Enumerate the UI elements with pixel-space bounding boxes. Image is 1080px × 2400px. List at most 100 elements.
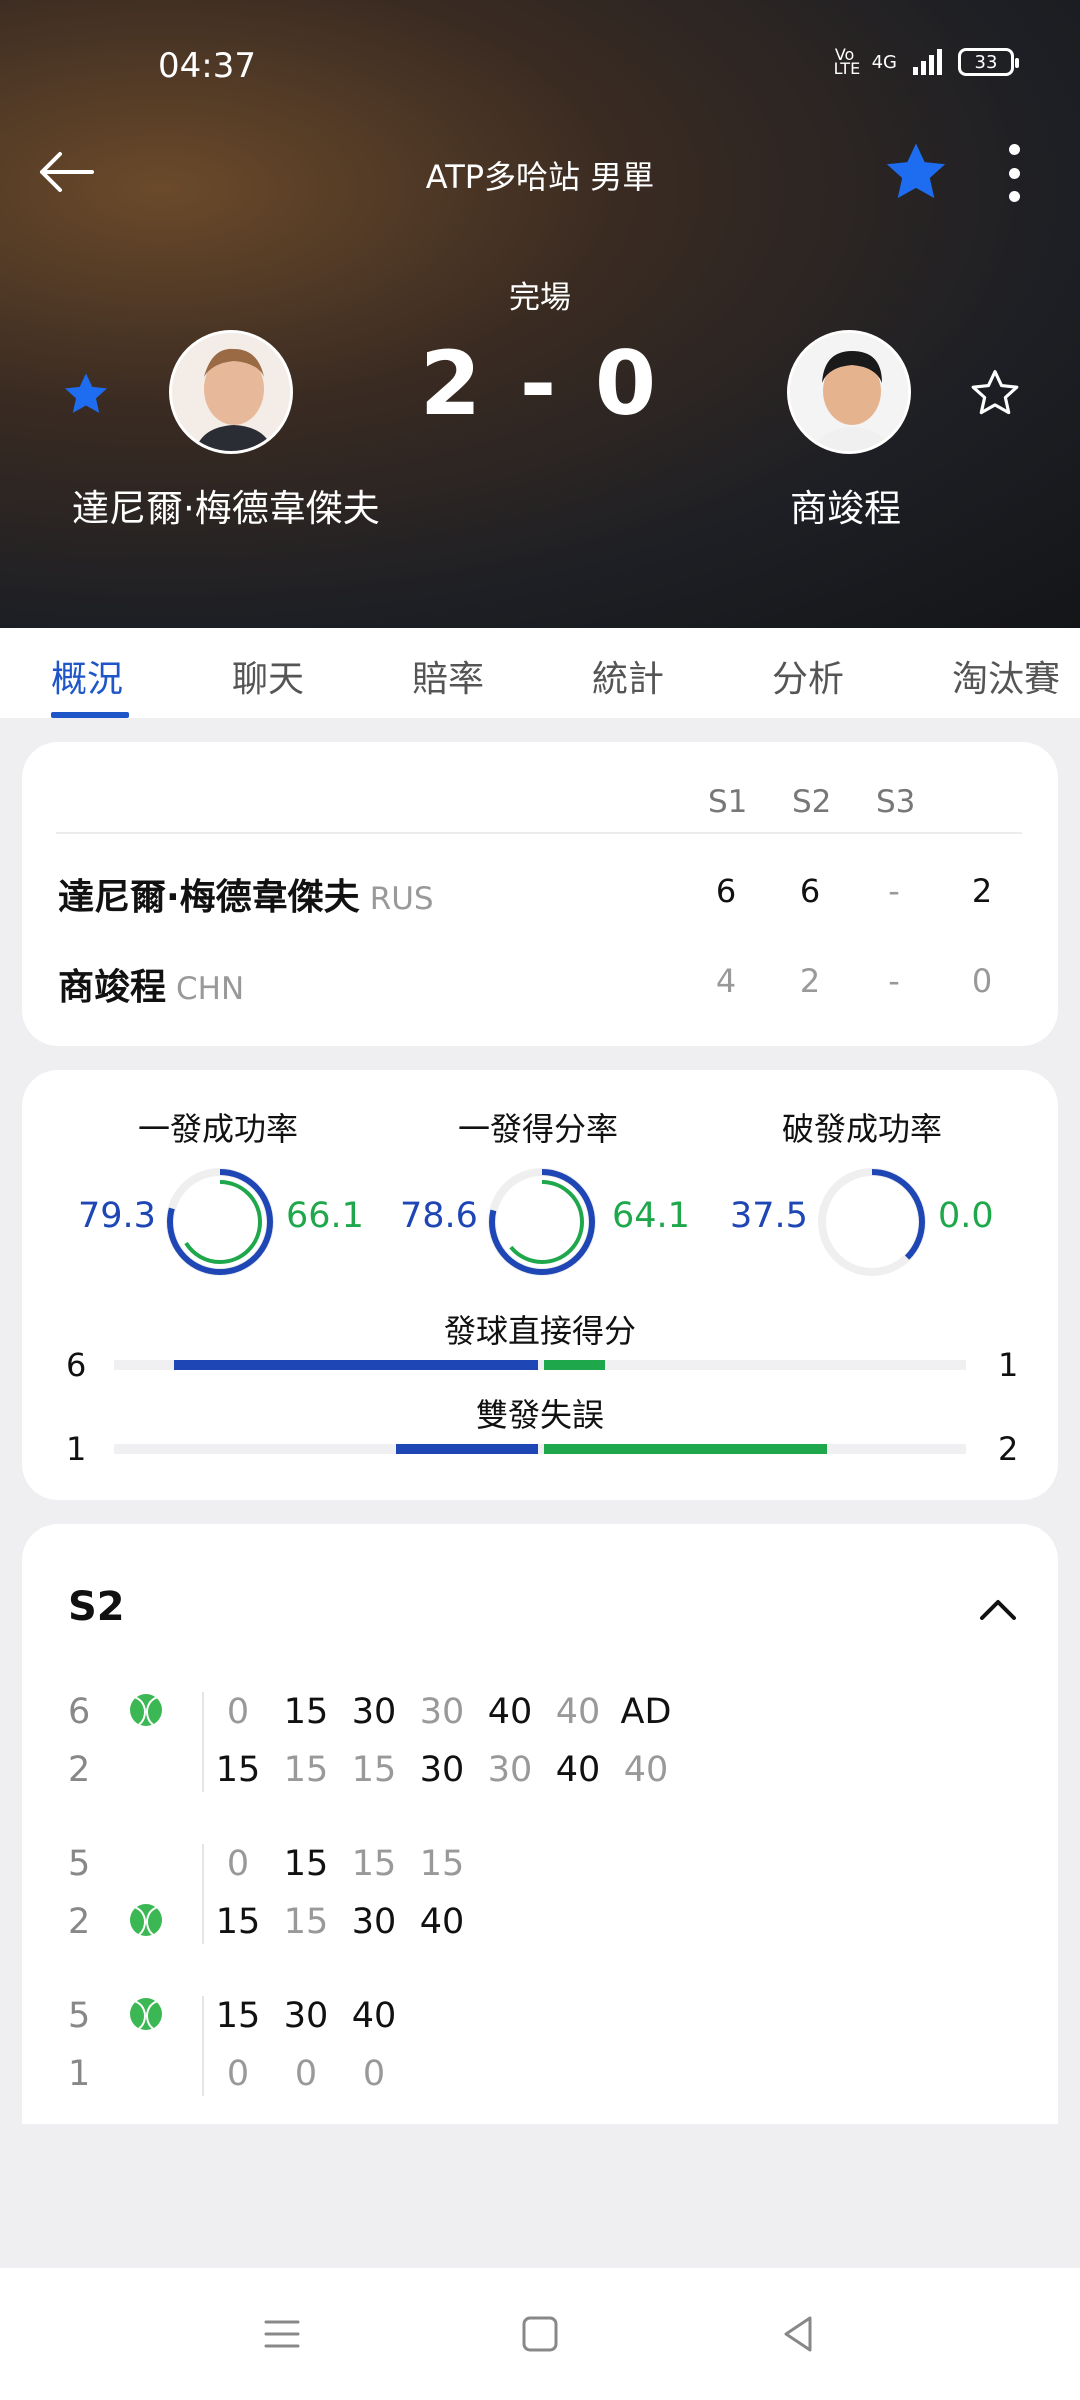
p2-s2-score: 2 (799, 962, 821, 1000)
stats-card: 一發成功率 79.3 66.1 一發得分率 78.6 64.1 破發成功率 37… (22, 1070, 1058, 1500)
divider (202, 1692, 204, 1792)
game2-top-pt-2: 15 (283, 1844, 329, 1884)
game1-top-pt-1: 0 (226, 1692, 250, 1732)
player1-avatar[interactable] (169, 330, 293, 454)
game2-top-pt-4: 15 (419, 1844, 465, 1884)
volte-icon: Vo LTE (833, 45, 861, 78)
row-player2-name: 商竣程 (58, 967, 167, 1008)
system-nav-bar (0, 2268, 1080, 2400)
back-triangle-icon[interactable] (774, 2310, 822, 2358)
player2-avatar[interactable] (787, 330, 911, 454)
row-player2-country: CHN (176, 971, 245, 1007)
tab-chat[interactable]: 聊天 (232, 650, 304, 702)
game1-bottom-pt-5: 30 (487, 1750, 533, 1790)
tab-knockout[interactable]: 淘汰賽 (952, 650, 1060, 702)
favorite-star-icon[interactable] (880, 136, 952, 208)
player2-name: 商竣程 (790, 487, 901, 530)
stat-right-first-serve-won: 64.1 (612, 1196, 690, 1236)
game2-bottom-pt-1: 15 (215, 1902, 261, 1942)
p2-s1-score: 4 (715, 962, 737, 1000)
set-detail-title[interactable]: S2 (68, 1584, 125, 1630)
set-scores-card: S1 S2 S3 達尼爾·梅德韋傑夫 RUS 6 6 - 2 商竣程 CHN 4 2… (22, 742, 1058, 1046)
game3-top-pt-1: 15 (215, 1996, 261, 2036)
game3-top-score: 5 (68, 1996, 91, 2036)
serve-ball-icon (130, 1998, 162, 2030)
p2-s3-score: - (888, 962, 900, 1000)
stat-left-first-serve-in: 79.3 (78, 1196, 156, 1236)
game2-bottom-pt-3: 30 (351, 1902, 397, 1942)
tab-analysis[interactable]: 分析 (772, 650, 844, 702)
row-player2: 商竣程 CHN (58, 958, 244, 1010)
bar-right-aces: 1 (998, 1346, 1019, 1384)
set-header-s3: S3 (876, 784, 916, 820)
set-header-s1: S1 (708, 784, 748, 820)
bar-fill-right-double-faults (544, 1444, 827, 1454)
game1-bottom-pt-6: 40 (555, 1750, 601, 1790)
player1-favorite-star-icon[interactable] (60, 368, 112, 420)
bar-fill-left-double-faults (396, 1444, 538, 1454)
match-page: 04:37 Vo LTE 4G 33 ATP多哈站 男單 完場 2 - 0 達尼… (0, 0, 1080, 2400)
bar-left-double-faults: 1 (66, 1430, 87, 1468)
home-icon[interactable] (516, 2310, 564, 2358)
tab-odds[interactable]: 賠率 (412, 650, 484, 702)
game1-top-pt-5: 40 (487, 1692, 533, 1732)
match-status: 完場 (509, 280, 571, 316)
game2-bottom-pt-4: 40 (419, 1902, 465, 1942)
network-label: 4G (871, 51, 897, 73)
ring-break-points (818, 1168, 926, 1276)
stat-right-break-points: 0.0 (938, 1196, 994, 1236)
p1-total-score: 2 (971, 872, 993, 910)
game1-top-score: 6 (68, 1692, 91, 1732)
game1-top-pt-4: 30 (419, 1692, 465, 1732)
game3-bottom-pt-2: 0 (294, 2054, 318, 2094)
bar-right-double-faults: 2 (998, 1430, 1019, 1468)
game1-bottom-pt-4: 30 (419, 1750, 465, 1790)
game2-top-pt-3: 15 (351, 1844, 397, 1884)
player1-name: 達尼爾·梅德韋傑夫 (72, 487, 380, 530)
stat-label-first-serve-in: 一發成功率 (137, 1110, 298, 1148)
game3-bottom-pt-3: 0 (362, 2054, 386, 2094)
battery-icon: 33 (958, 48, 1019, 76)
game1-top-pt-7: AD (620, 1692, 672, 1732)
tab-bar: 概況 聊天 賠率 統計 分析 淘汰賽 (0, 628, 1080, 718)
battery-level: 33 (974, 51, 998, 73)
game1-top-pt-2: 15 (283, 1692, 329, 1732)
set-header-s2: S2 (792, 784, 832, 820)
tab-overview[interactable]: 概況 (51, 650, 123, 702)
p2-total-score: 0 (971, 962, 993, 1000)
game1-top-pt-3: 30 (351, 1692, 397, 1732)
game2-top-pt-1: 0 (226, 1844, 250, 1884)
divider (202, 1996, 204, 2096)
game1-bottom-pt-2: 15 (283, 1750, 329, 1790)
row-player1: 達尼爾·梅德韋傑夫 RUS (58, 868, 434, 920)
game3-bottom-pt-1: 0 (226, 2054, 250, 2094)
bar-label-aces: 發球直接得分 (443, 1312, 636, 1350)
status-icons: Vo LTE 4G 33 (833, 45, 1019, 78)
row-player1-name: 達尼爾·梅德韋傑夫 (58, 877, 360, 918)
match-score: 2 - 0 (419, 332, 661, 435)
stat-label-first-serve-won: 一發得分率 (457, 1110, 618, 1148)
match-header: 04:37 Vo LTE 4G 33 ATP多哈站 男單 完場 2 - 0 達尼… (0, 0, 1080, 628)
player2-favorite-star-icon[interactable] (968, 366, 1022, 420)
game1-top-pt-6: 40 (555, 1692, 601, 1732)
game1-bottom-pt-1: 15 (215, 1750, 261, 1790)
set-detail-card: S2 6 2 0 15 30 30 40 40 AD 15 15 15 30 3… (22, 1524, 1058, 2124)
serve-ball-icon (130, 1904, 162, 1936)
menu-icon[interactable] (258, 2310, 306, 2358)
bar-fill-left-aces (174, 1360, 538, 1370)
game2-bottom-score: 2 (68, 1902, 91, 1942)
status-time: 04:37 (158, 46, 256, 86)
p1-s1-score: 6 (715, 872, 737, 910)
game2-bottom-pt-2: 15 (283, 1902, 329, 1942)
stat-label-break-points: 破發成功率 (781, 1110, 942, 1148)
game1-bottom-score: 2 (68, 1750, 91, 1790)
game3-top-pt-3: 40 (351, 1996, 397, 2036)
more-menu-icon[interactable] (996, 140, 1032, 206)
chevron-up-icon[interactable] (974, 1586, 1022, 1634)
ring-first-serve-won (488, 1168, 596, 1276)
tab-stats[interactable]: 統計 (592, 650, 664, 702)
game3-bottom-score: 1 (68, 2054, 91, 2094)
serve-ball-icon (130, 1694, 162, 1726)
stat-left-first-serve-won: 78.6 (400, 1196, 478, 1236)
active-tab-indicator (51, 712, 129, 718)
